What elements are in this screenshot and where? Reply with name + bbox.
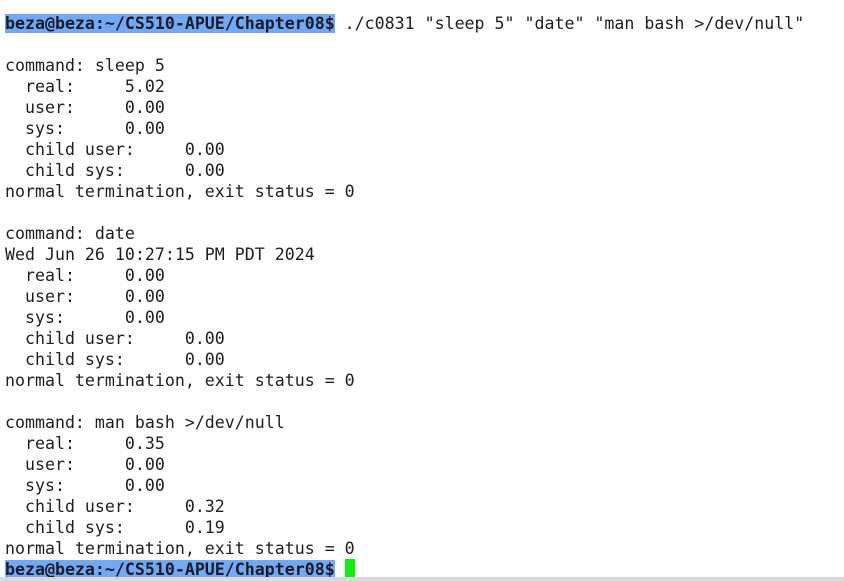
output-line: sys: 0.00 xyxy=(5,119,165,138)
output-line: command: man bash >/dev/null xyxy=(5,413,285,432)
output-line: child user: 0.00 xyxy=(5,329,225,348)
output-line: real: 0.35 xyxy=(5,434,165,453)
output-line: child user: 0.32 xyxy=(5,497,225,516)
entered-command: ./c0831 "sleep 5" "date" "man bash >/dev… xyxy=(334,14,805,33)
output-line: real: 5.02 xyxy=(5,77,165,96)
terminal-output: beza@beza:~/CS510-APUE/Chapter08$ ./c083… xyxy=(5,0,844,580)
command-line: beza@beza:~/CS510-APUE/Chapter08$ ./c083… xyxy=(5,13,844,34)
output-line: child sys: 0.00 xyxy=(5,161,225,180)
terminal-window[interactable]: { "prompt": "beza@beza:~/CS510-APUE/Chap… xyxy=(0,0,844,581)
output-line: normal termination, exit status = 0 xyxy=(5,182,355,201)
output-line: normal termination, exit status = 0 xyxy=(5,539,355,558)
output-line: real: 0.00 xyxy=(5,266,165,285)
output-line: command: date xyxy=(5,224,135,243)
output-line: normal termination, exit status = 0 xyxy=(5,371,355,390)
output-line: user: 0.00 xyxy=(5,455,165,474)
output-line: child sys: 0.00 xyxy=(5,350,225,369)
output-line: user: 0.00 xyxy=(5,98,165,117)
output-line: Wed Jun 26 10:27:15 PM PDT 2024 xyxy=(5,245,315,264)
block-cursor-icon xyxy=(344,559,355,578)
output-line: sys: 0.00 xyxy=(5,476,165,495)
output-line: child user: 0.00 xyxy=(5,140,225,159)
output-line: sys: 0.00 xyxy=(5,308,165,327)
window-bottom-edge xyxy=(0,577,844,581)
output-line: command: sleep 5 xyxy=(5,56,165,75)
output-line: child sys: 0.19 xyxy=(5,518,225,537)
shell-prompt: beza@beza:~/CS510-APUE/Chapter08$ xyxy=(5,14,335,33)
previous-line-partial xyxy=(5,0,844,13)
output-line: user: 0.00 xyxy=(5,287,165,306)
